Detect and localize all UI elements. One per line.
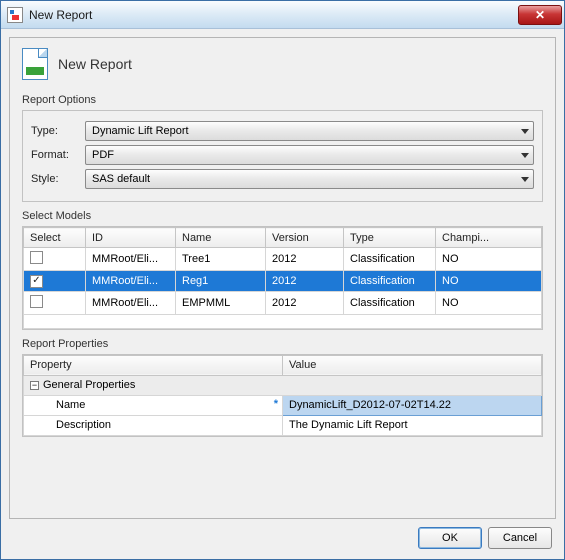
col-select[interactable]: Select bbox=[24, 228, 86, 248]
table-row[interactable]: ✓ MMRoot/Eli...Reg12012ClassificationNO bbox=[24, 271, 542, 292]
header: New Report bbox=[22, 48, 543, 80]
cell-type: Classification bbox=[344, 271, 436, 292]
ok-button[interactable]: OK bbox=[418, 527, 482, 549]
close-icon: ✕ bbox=[535, 8, 545, 22]
page-title: New Report bbox=[58, 56, 132, 72]
cell-id: MMRoot/Eli... bbox=[86, 291, 176, 314]
property-name: Name* bbox=[24, 395, 283, 415]
format-dropdown[interactable]: PDF bbox=[85, 145, 534, 165]
type-label: Type: bbox=[31, 125, 85, 137]
collapse-icon[interactable]: − bbox=[30, 381, 39, 390]
button-bar: OK Cancel bbox=[9, 519, 556, 551]
table-row[interactable]: MMRoot/Eli...Tree12012ClassificationNO bbox=[24, 248, 542, 271]
row-checkbox[interactable] bbox=[30, 295, 43, 308]
cancel-button[interactable]: Cancel bbox=[488, 527, 552, 549]
app-icon bbox=[7, 7, 23, 23]
format-label: Format: bbox=[31, 149, 85, 161]
col-name[interactable]: Name bbox=[176, 228, 266, 248]
property-row: DescriptionThe Dynamic Lift Report bbox=[24, 415, 542, 435]
report-options-group: Type: Dynamic Lift Report Format: PDF St… bbox=[22, 110, 543, 202]
cell-name: Tree1 bbox=[176, 248, 266, 271]
chevron-down-icon bbox=[521, 129, 529, 134]
cell-version: 2012 bbox=[266, 248, 344, 271]
properties-table: Property Value −General PropertiesName*D… bbox=[23, 355, 542, 436]
style-value: SAS default bbox=[92, 173, 150, 185]
properties-table-wrap: Property Value −General PropertiesName*D… bbox=[22, 354, 543, 437]
cell-type: Classification bbox=[344, 248, 436, 271]
property-row: Name*DynamicLift_D2012-07-02T14.22 bbox=[24, 395, 542, 415]
client-area: New Report Report Options Type: Dynamic … bbox=[1, 29, 564, 559]
cell-id: MMRoot/Eli... bbox=[86, 271, 176, 292]
report-options-label: Report Options bbox=[22, 94, 543, 106]
row-checkbox[interactable] bbox=[30, 251, 43, 264]
style-dropdown[interactable]: SAS default bbox=[85, 169, 534, 189]
cell-name: EMPMML bbox=[176, 291, 266, 314]
content-panel: New Report Report Options Type: Dynamic … bbox=[9, 37, 556, 519]
row-checkbox[interactable]: ✓ bbox=[30, 275, 43, 288]
col-champion[interactable]: Champi... bbox=[436, 228, 542, 248]
property-name: Description bbox=[24, 415, 283, 435]
select-models-label: Select Models bbox=[22, 210, 543, 222]
type-dropdown[interactable]: Dynamic Lift Report bbox=[85, 121, 534, 141]
col-version[interactable]: Version bbox=[266, 228, 344, 248]
cell-version: 2012 bbox=[266, 291, 344, 314]
dialog-window: New Report ✕ New Report Report Options T… bbox=[0, 0, 565, 560]
col-id[interactable]: ID bbox=[86, 228, 176, 248]
close-button[interactable]: ✕ bbox=[518, 5, 562, 25]
type-value: Dynamic Lift Report bbox=[92, 125, 189, 137]
col-type[interactable]: Type bbox=[344, 228, 436, 248]
cell-champion: NO bbox=[436, 291, 542, 314]
property-value[interactable]: The Dynamic Lift Report bbox=[283, 415, 542, 435]
models-table: Select ID Name Version Type Champi... MM… bbox=[23, 227, 542, 329]
cell-id: MMRoot/Eli... bbox=[86, 248, 176, 271]
property-group[interactable]: −General Properties bbox=[24, 375, 542, 395]
window-title: New Report bbox=[29, 8, 92, 22]
report-properties-label: Report Properties bbox=[22, 338, 543, 350]
cell-name: Reg1 bbox=[176, 271, 266, 292]
cell-version: 2012 bbox=[266, 271, 344, 292]
cell-type: Classification bbox=[344, 291, 436, 314]
required-mark: * bbox=[274, 398, 278, 410]
titlebar: New Report ✕ bbox=[1, 1, 564, 29]
models-table-wrap: Select ID Name Version Type Champi... MM… bbox=[22, 226, 543, 330]
col-property[interactable]: Property bbox=[24, 355, 283, 375]
chevron-down-icon bbox=[521, 153, 529, 158]
format-value: PDF bbox=[92, 149, 114, 161]
style-label: Style: bbox=[31, 173, 85, 185]
report-icon bbox=[22, 48, 48, 80]
cell-champion: NO bbox=[436, 248, 542, 271]
table-row[interactable]: MMRoot/Eli...EMPMML2012ClassificationNO bbox=[24, 291, 542, 314]
property-value[interactable]: DynamicLift_D2012-07-02T14.22 bbox=[283, 395, 542, 415]
chevron-down-icon bbox=[521, 177, 529, 182]
cell-champion: NO bbox=[436, 271, 542, 292]
col-value[interactable]: Value bbox=[283, 355, 542, 375]
